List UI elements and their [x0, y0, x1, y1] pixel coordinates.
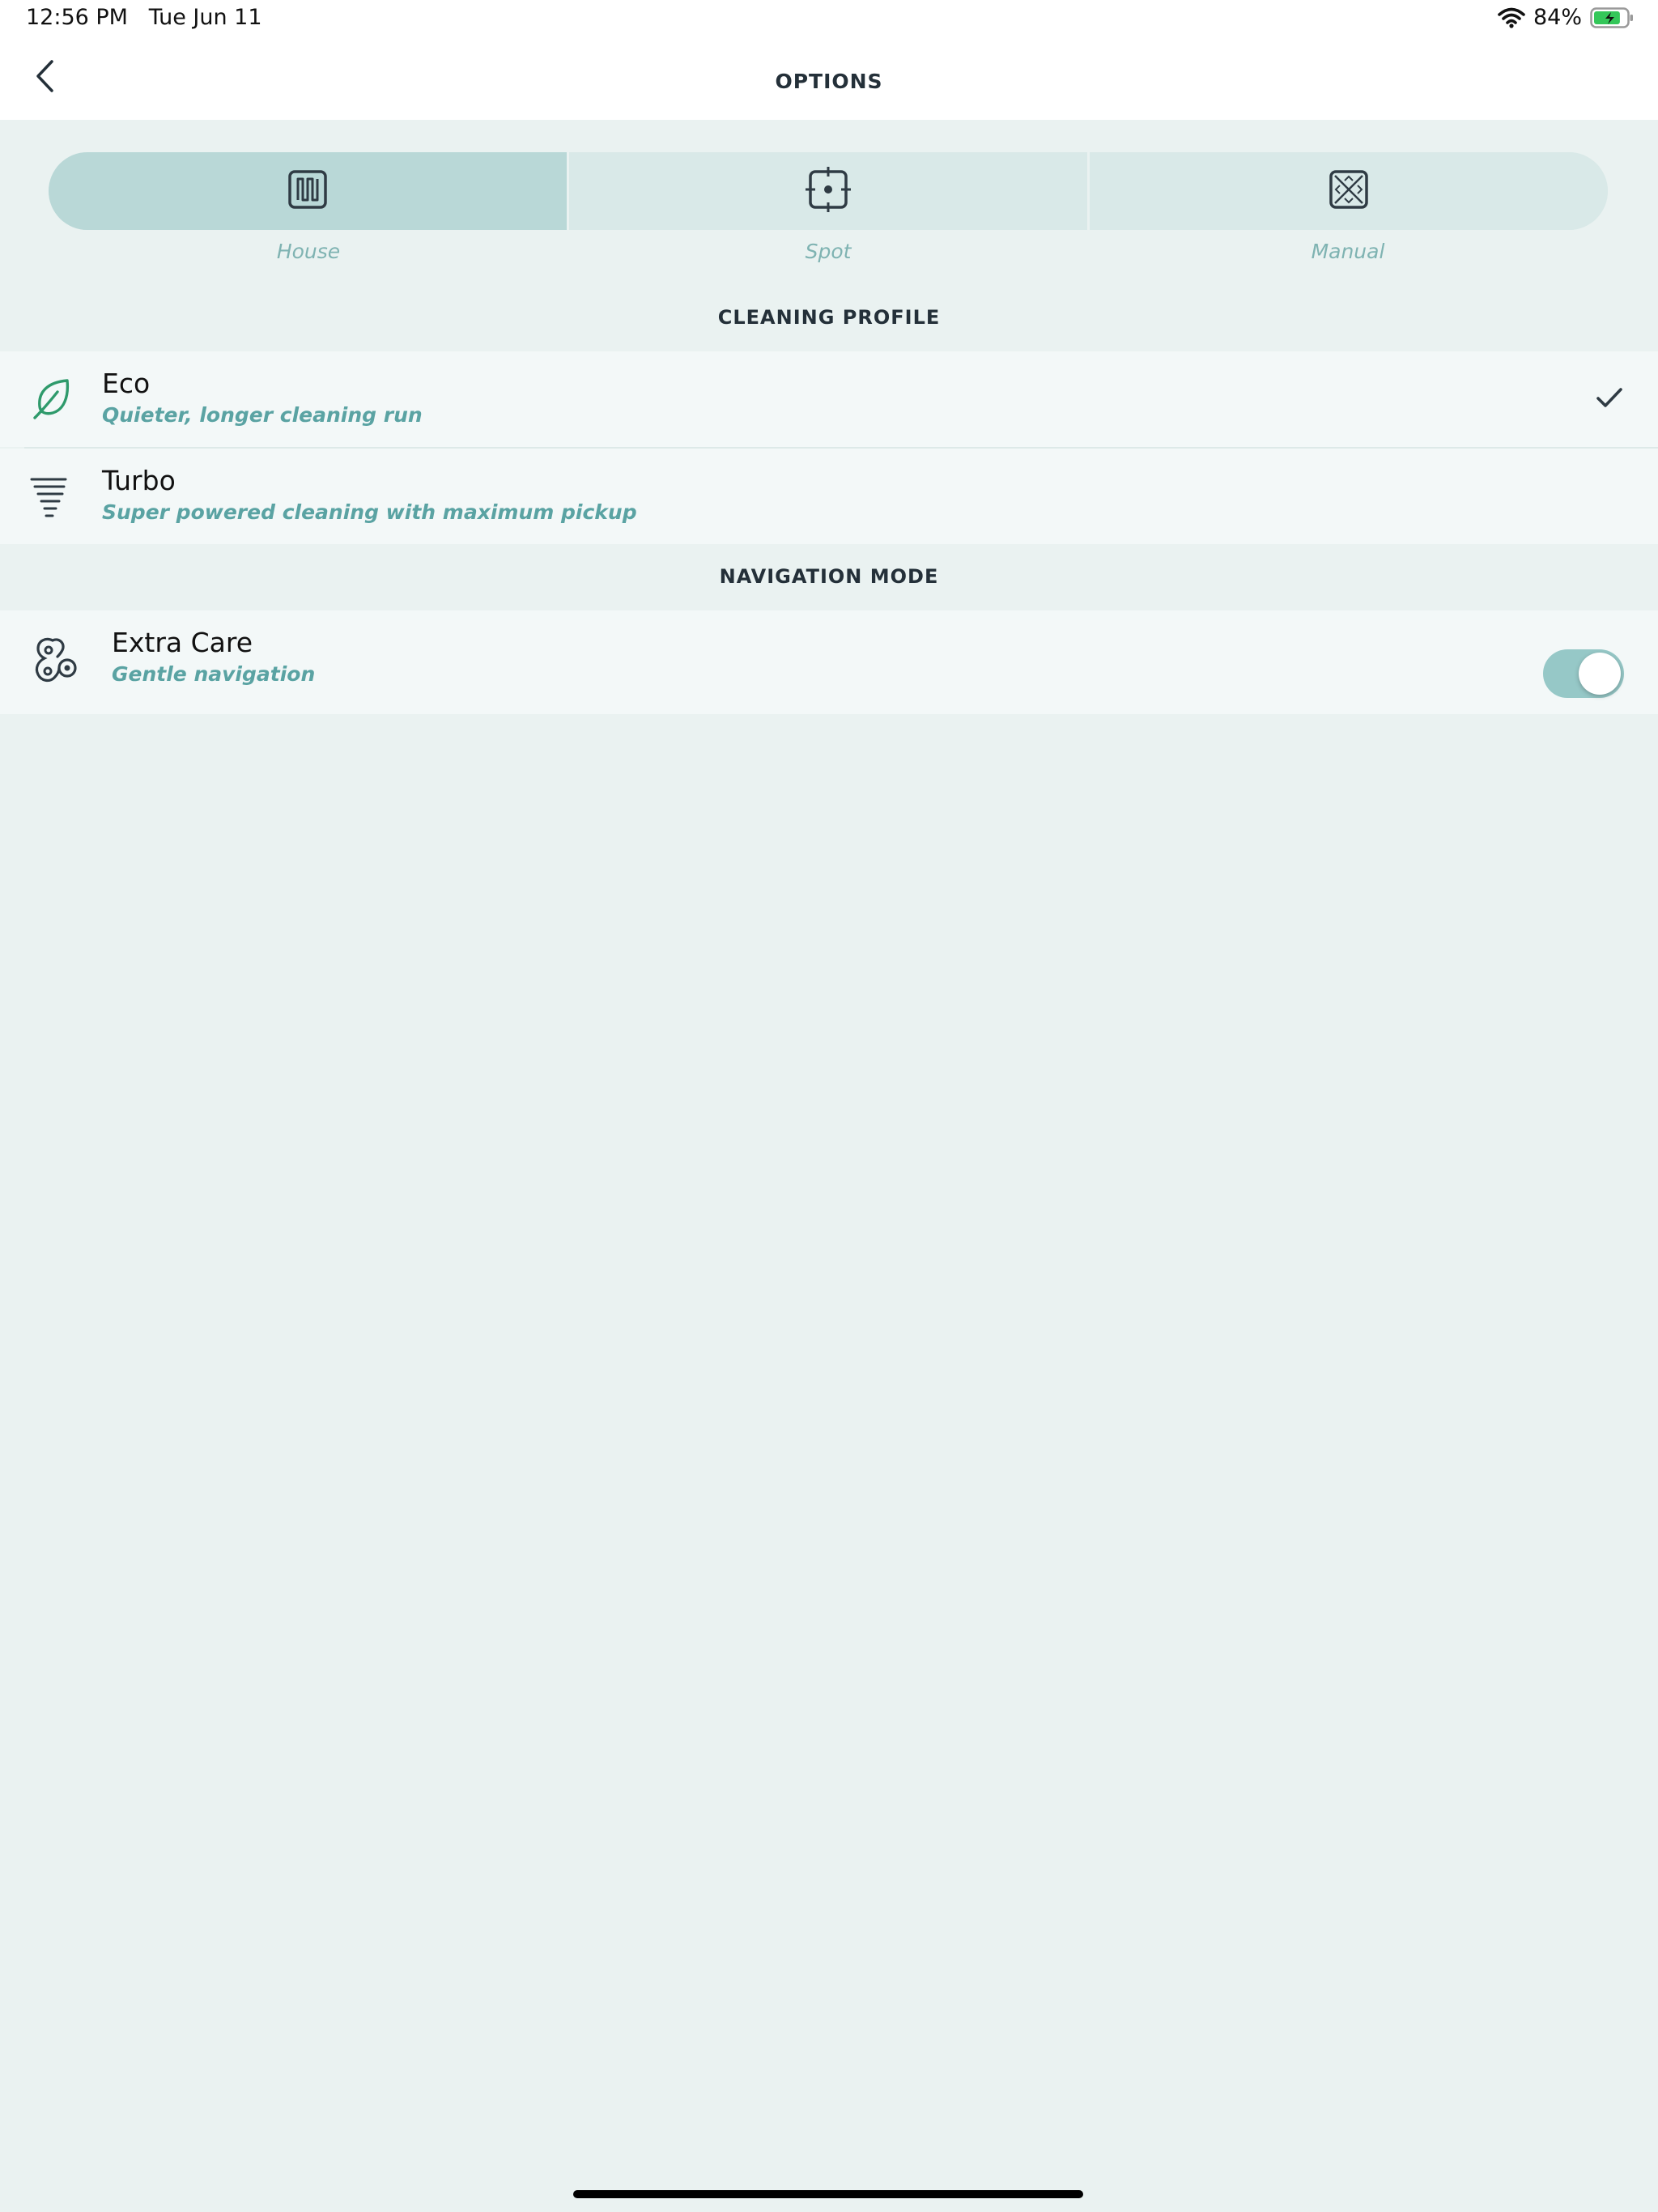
house-mode-icon — [287, 169, 328, 213]
mode-house-label: House — [276, 240, 341, 263]
extra-care-row: Extra Care Gentle navigation — [0, 610, 1658, 714]
profile-turbo-row[interactable]: Turbo Super powered cleaning with maximu… — [0, 449, 1658, 544]
turbo-icon — [29, 474, 68, 518]
manual-mode-icon — [1329, 169, 1369, 213]
spot-mode-icon — [806, 167, 851, 215]
navigation-mode-heading: NAVIGATION MODE — [719, 565, 939, 588]
profile-eco-subtitle: Quieter, longer cleaning run — [102, 403, 423, 427]
leaf-icon — [29, 377, 73, 421]
mode-spot-segment[interactable] — [567, 152, 1087, 230]
status-time: 12:56 PM Tue Jun 11 — [26, 5, 262, 30]
mode-labels: House Spot Manual — [49, 240, 1608, 263]
mode-manual-segment[interactable] — [1087, 152, 1608, 230]
gentle-navigation-icon — [31, 635, 79, 687]
mode-manual-label: Manual — [1311, 240, 1385, 263]
top-bar: 12:56 PM Tue Jun 11 84% OPTIONS — [0, 0, 1658, 120]
cleaning-profile-heading: CLEANING PROFILE — [717, 306, 941, 329]
page-title: OPTIONS — [775, 70, 883, 93]
profile-turbo-subtitle: Super powered cleaning with maximum pick… — [102, 500, 637, 524]
status-indicators: 84% — [1498, 5, 1634, 30]
wifi-icon — [1498, 7, 1525, 28]
mode-house-segment[interactable] — [49, 152, 567, 230]
extra-care-toggle[interactable] — [1543, 649, 1624, 698]
profile-eco-row[interactable]: Eco Quieter, longer cleaning run — [0, 351, 1658, 447]
cleaning-mode-segmented-control — [49, 152, 1608, 230]
extra-care-subtitle: Gentle navigation — [112, 662, 316, 686]
battery-percent: 84% — [1533, 5, 1582, 30]
profile-turbo-title: Turbo — [102, 465, 176, 496]
toggle-knob — [1579, 653, 1621, 695]
home-indicator[interactable] — [573, 2190, 1083, 2198]
mode-spot-label: Spot — [805, 240, 852, 263]
extra-care-title: Extra Care — [112, 627, 253, 658]
battery-icon — [1590, 6, 1634, 28]
profile-eco-title: Eco — [102, 368, 151, 399]
checkmark-icon — [1595, 385, 1624, 410]
